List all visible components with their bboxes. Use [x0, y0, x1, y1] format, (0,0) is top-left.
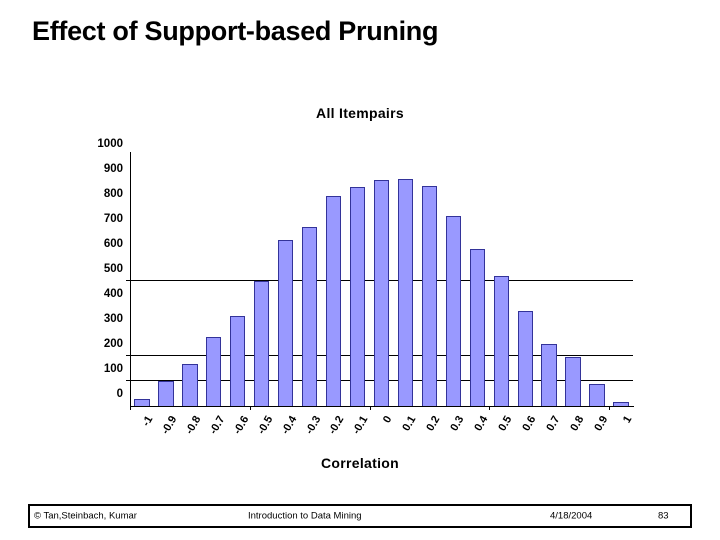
bar-slot	[489, 156, 513, 406]
x-axis-tick-label: -0.9	[159, 414, 180, 437]
bar	[565, 357, 581, 406]
bar-slot	[250, 156, 274, 406]
x-axis-tick-label: -0.4	[279, 414, 299, 437]
footer-course-name: Introduction to Data Mining	[248, 510, 362, 522]
bar-slot	[417, 156, 441, 406]
y-axis-tick-label: 200	[103, 338, 123, 350]
x-axis-tick-label: -0.2	[326, 414, 347, 437]
bar-slot	[441, 156, 465, 406]
bar	[349, 187, 366, 406]
bar	[613, 402, 629, 406]
x-axis-tick-label: -1	[139, 414, 156, 429]
bar	[541, 343, 557, 406]
slide-footer: © Tan,Steinbach, Kumar Introduction to D…	[28, 504, 692, 528]
bar-slot	[537, 156, 561, 406]
bar-slot	[370, 156, 394, 406]
bar-slot	[322, 156, 346, 406]
bar	[278, 239, 294, 406]
bar	[158, 381, 174, 406]
x-axis-tick-label: 0.8	[568, 414, 587, 434]
bar	[445, 216, 461, 406]
x-axis-tick-label: 0.7	[544, 414, 563, 434]
x-axis-tick-label: 0.3	[448, 414, 467, 434]
y-axis-tick-label: 300	[103, 313, 123, 325]
bar-slot	[585, 156, 609, 406]
x-axis-tick-label: -0.6	[231, 414, 252, 437]
bar-slot	[465, 156, 489, 406]
x-axis-tick-mark	[609, 406, 611, 410]
bar-slot	[274, 156, 298, 406]
bar-slot	[154, 156, 178, 406]
y-axis-tick-label: 800	[103, 188, 123, 200]
bar	[493, 276, 509, 406]
x-axis-tick-label: 0.5	[496, 414, 515, 434]
bar-slot	[202, 156, 226, 406]
x-axis-line	[130, 406, 634, 407]
bar	[373, 179, 390, 406]
bar-slot	[130, 156, 154, 406]
x-axis-tick-label: 0.4	[472, 414, 491, 434]
x-axis-tick-mark	[489, 406, 491, 410]
bar	[254, 281, 270, 406]
x-axis-tick-label: 0.2	[424, 414, 443, 434]
slide: Effect of Support-based Pruning All Item…	[0, 0, 720, 540]
x-axis-tick-label: 0.6	[520, 414, 539, 434]
y-axis-tick-label: 700	[103, 213, 123, 225]
x-axis-tick-label: -0.3	[303, 414, 323, 437]
bar	[421, 186, 438, 406]
x-axis-tick-label: 0.1	[400, 414, 419, 434]
bar	[301, 227, 318, 406]
x-axis-tick-label: -0.1	[350, 414, 371, 437]
bar-slot	[298, 156, 322, 406]
bar	[397, 178, 414, 406]
y-axis-tick-label: 0	[116, 388, 123, 400]
x-axis-tick-label: -0.8	[183, 414, 204, 437]
bar-slot	[346, 156, 370, 406]
bar	[517, 311, 533, 406]
footer-date: 4/18/2004	[550, 510, 593, 522]
bar	[325, 196, 342, 406]
bar-slot	[393, 156, 417, 406]
x-axis-tick-label: 0.9	[592, 414, 611, 434]
chart-title: All Itempairs	[316, 105, 404, 121]
bar-slot	[178, 156, 202, 406]
bar-slot	[561, 156, 585, 406]
bar-slot	[226, 156, 250, 406]
x-axis-tick-mark	[249, 406, 251, 410]
x-axis-title: Correlation	[321, 455, 399, 471]
y-axis-tick-label: 600	[103, 238, 123, 250]
x-axis-tick-label: 0	[381, 414, 395, 426]
bar	[206, 337, 222, 406]
footer-copyright: © Tan,Steinbach, Kumar	[34, 510, 137, 522]
x-axis-tick-label: -0.7	[207, 414, 228, 437]
y-axis-tick-label: 100	[103, 363, 123, 375]
x-axis-tick-label: -0.5	[255, 414, 276, 437]
page-title: Effect of Support-based Pruning	[32, 16, 439, 46]
footer-page-number: 83	[658, 510, 669, 522]
x-axis-tick-labels: -1 -0.9 -0.8 -0.7 -0.6 -0.5 -0.4 -0.3 -0.2 -0.1 0 0…	[130, 410, 635, 460]
bar	[589, 383, 605, 406]
x-axis-tick-label: 1	[620, 414, 635, 426]
bar	[182, 363, 198, 406]
bar	[469, 248, 485, 406]
bar	[230, 316, 246, 406]
bar	[134, 398, 150, 406]
bar-slot	[609, 156, 633, 406]
bar-series	[130, 156, 633, 406]
chart-container: All Itempairs 0 100 200 300 400 500 600 700 800 9…	[0, 100, 720, 490]
y-axis-tick-label: 400	[103, 288, 123, 300]
divider-line-magenta	[22, 72, 698, 76]
y-axis-tick-label: 500	[103, 263, 123, 275]
plot-area: 0 100 200 300 400 500 600 700 800 900 1000	[97, 138, 633, 406]
y-axis-tick-label: 1000	[97, 138, 123, 150]
x-axis-tick-mark	[369, 406, 371, 410]
y-axis-tick-label: 900	[103, 163, 123, 175]
bar-slot	[513, 156, 537, 406]
